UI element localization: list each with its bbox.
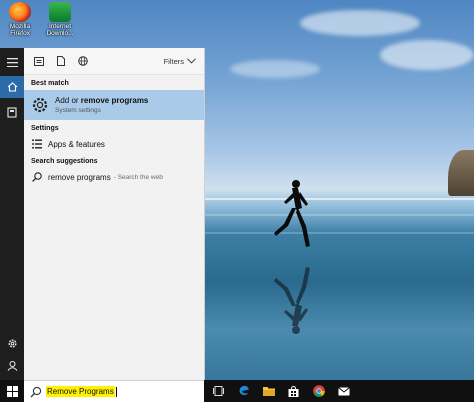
desktop-icon-label: Downlo... <box>46 30 74 37</box>
suggestion-hint: - Search the web <box>113 173 163 181</box>
feedback-icon <box>7 360 17 371</box>
hamburger-menu-button[interactable] <box>0 51 24 73</box>
settings-gear-icon <box>30 95 50 115</box>
task-view-icon <box>213 386 224 396</box>
apps-filter-icon <box>34 56 44 66</box>
search-suggestions-heading: Search suggestions <box>31 158 98 165</box>
settings-heading: Settings <box>31 125 59 132</box>
suggestion-text: remove programs <box>48 172 111 182</box>
documents-filter-icon <box>57 56 65 66</box>
chevron-down-icon <box>187 58 196 64</box>
desktop-icon-label: Firefox <box>10 30 30 37</box>
best-match-result[interactable]: Add or remove programs System settings <box>24 90 204 120</box>
filters-label: Filters <box>163 56 184 66</box>
taskbar-pinned-apps <box>206 380 356 402</box>
firefox-icon <box>9 2 31 22</box>
hamburger-menu-icon <box>6 57 18 67</box>
settings-result-apps-features[interactable]: Apps & features <box>24 135 204 153</box>
apps-features-label: Apps & features <box>48 139 105 149</box>
filters-dropdown[interactable]: Filters <box>164 57 200 66</box>
notebook-button[interactable] <box>0 101 24 123</box>
search-filter-bar: Filters <box>24 48 204 75</box>
runner-reflection <box>274 267 310 334</box>
edge-button[interactable] <box>231 380 256 402</box>
notebook-icon <box>7 106 17 118</box>
task-view-button[interactable] <box>206 380 231 402</box>
edge-icon <box>239 385 249 396</box>
mail-icon <box>337 386 350 395</box>
chrome-icon <box>312 385 325 397</box>
store-icon <box>288 385 299 397</box>
best-match-title-prefix: Add or <box>55 96 81 105</box>
best-match-subtitle: System settings <box>55 107 101 114</box>
home-icon <box>7 82 17 92</box>
mail-button[interactable] <box>331 380 356 402</box>
web-filter-button[interactable] <box>72 50 94 72</box>
search-suggestion-item[interactable]: remove programs - Search the web <box>24 168 204 186</box>
feedback-button[interactable] <box>0 354 24 376</box>
search-query[interactable]: Remove Programs <box>46 386 115 397</box>
best-match-title: Add or remove programs <box>55 96 148 105</box>
cliff <box>448 150 474 196</box>
documents-filter-button[interactable] <box>50 50 72 72</box>
search-icon <box>31 171 43 183</box>
runner-silhouette <box>274 180 310 247</box>
file-explorer-icon <box>262 387 275 396</box>
text-caret <box>115 386 117 397</box>
cloud <box>380 40 474 70</box>
search-box[interactable]: Remove Programs <box>24 380 204 402</box>
settings-button[interactable] <box>0 332 24 354</box>
desktop-icon-label: Mozilla <box>9 23 31 30</box>
desktop-icon-label: Internet <box>48 23 72 30</box>
start-button[interactable] <box>0 380 24 402</box>
apps-filter-button[interactable] <box>28 50 50 72</box>
desktop-icon-internet-download-manager[interactable]: Internet Downlo... <box>42 0 78 37</box>
best-match-heading: Best match <box>31 80 69 87</box>
start-left-rail <box>0 48 24 380</box>
search-results-panel: Filters Best match Add or remove program… <box>24 48 205 380</box>
desktop-icon-firefox[interactable]: Mozilla Firefox <box>2 0 38 37</box>
web-filter-icon <box>78 56 88 66</box>
cloud <box>230 60 320 78</box>
search-icon <box>30 386 42 397</box>
store-button[interactable] <box>281 380 306 402</box>
file-explorer-button[interactable] <box>256 380 281 402</box>
settings-gear-icon <box>7 338 17 348</box>
windows-logo-icon <box>6 385 18 397</box>
home-button[interactable] <box>0 76 24 98</box>
cloud <box>300 10 420 36</box>
chrome-button[interactable] <box>306 380 331 402</box>
best-match-title-bold: remove programs <box>80 96 149 105</box>
apps-features-icon <box>31 138 43 150</box>
idm-icon <box>49 2 71 22</box>
